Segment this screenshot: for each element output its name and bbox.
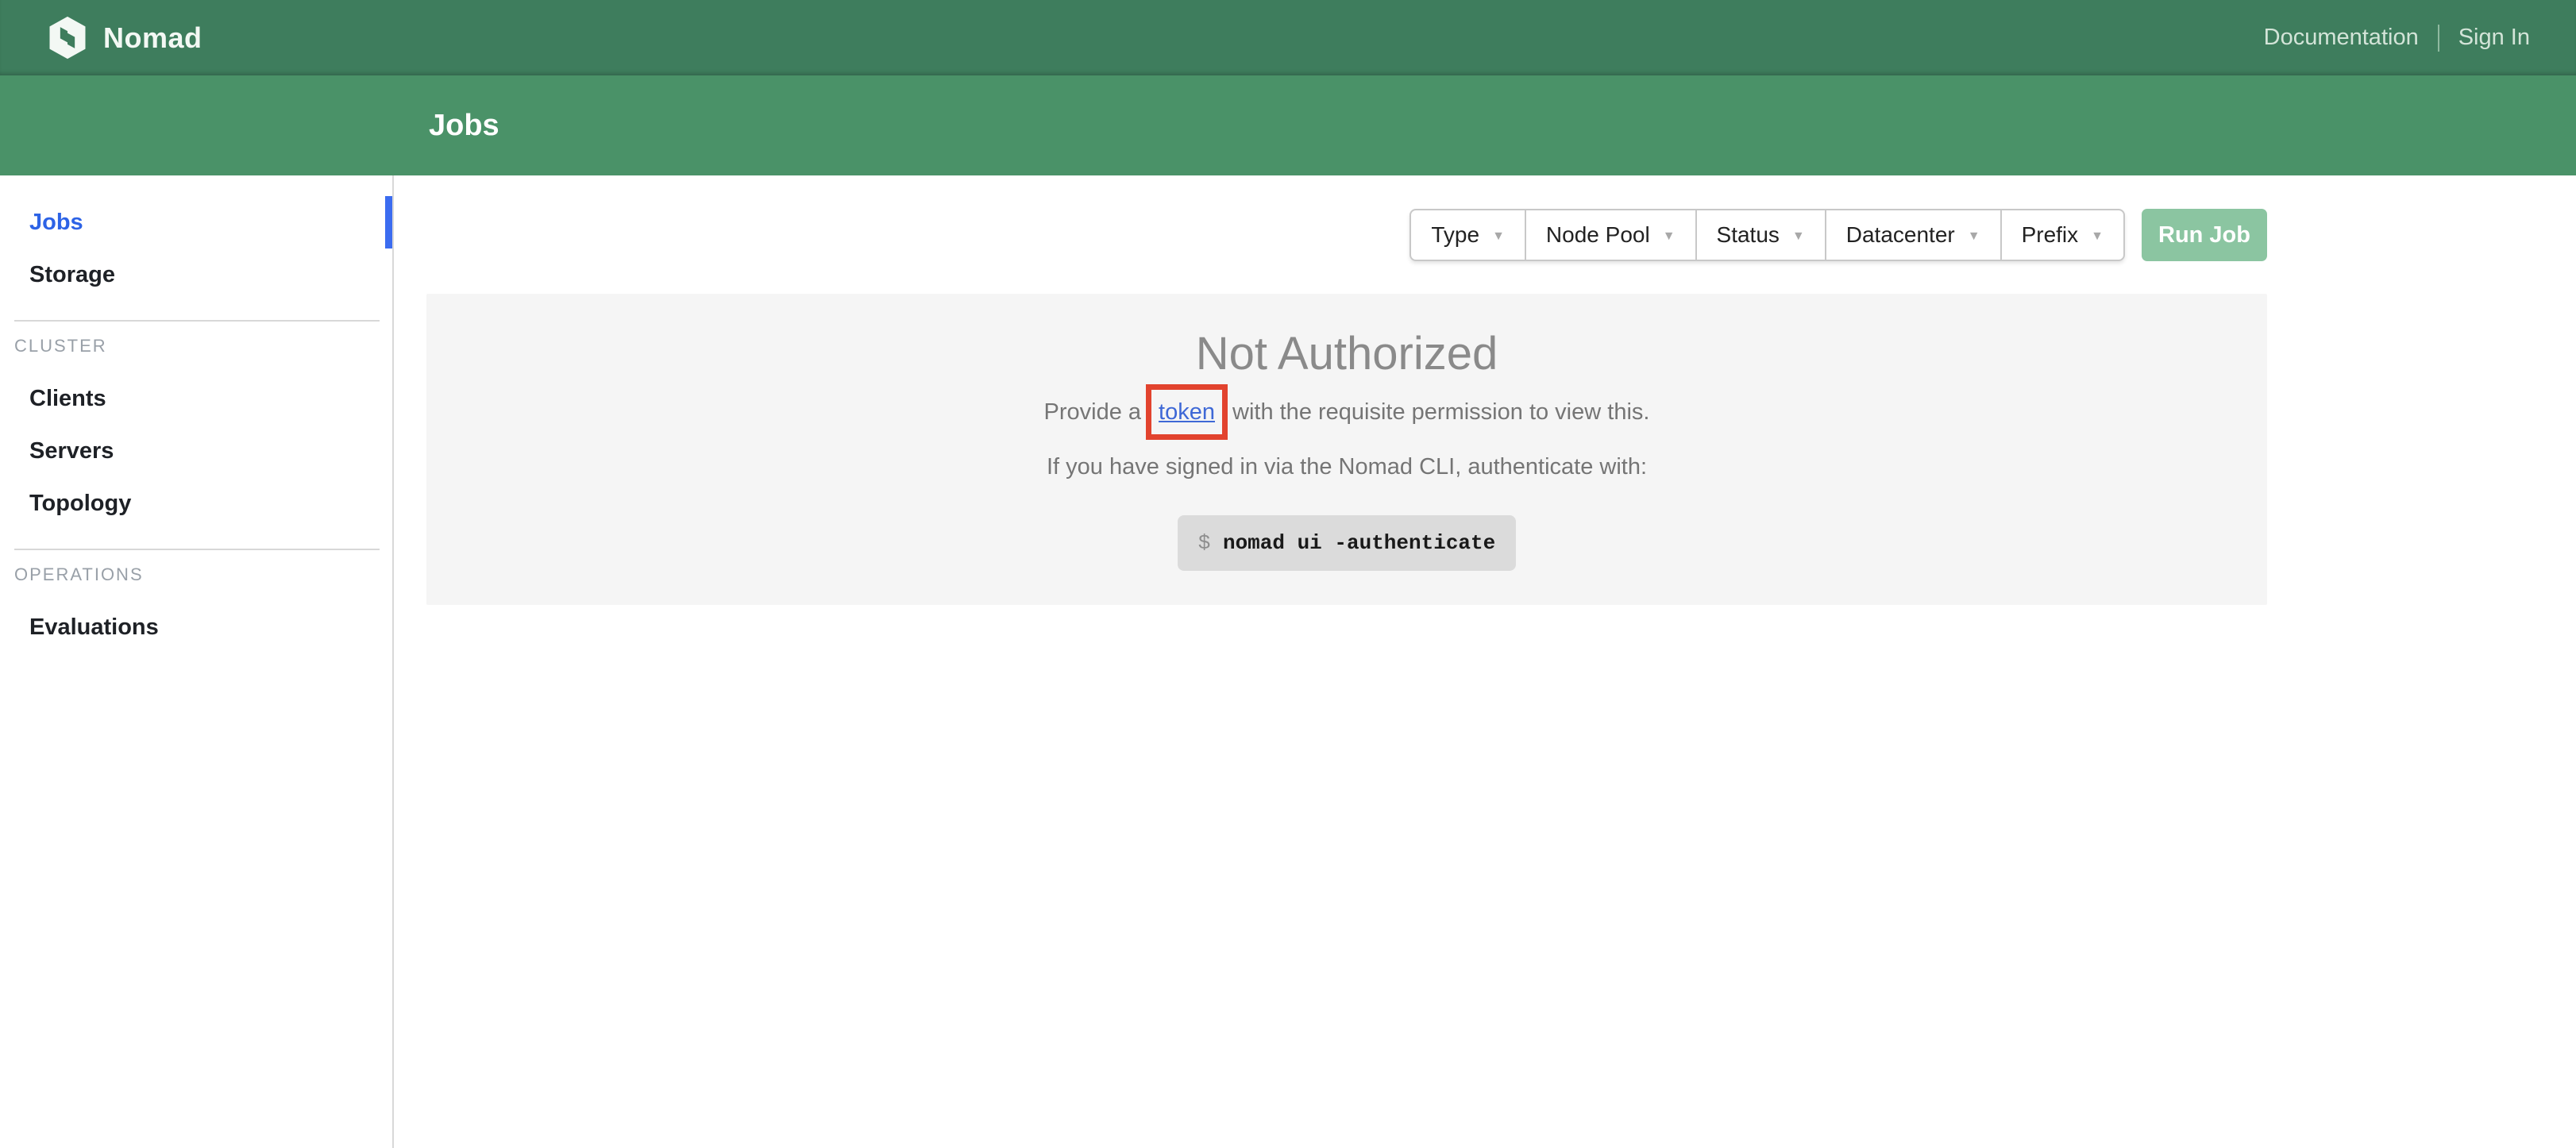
- sidebar-item-storage[interactable]: Storage: [0, 248, 392, 301]
- sidebar-item-topology[interactable]: Topology: [0, 477, 392, 530]
- sidebar-item-label: Storage: [29, 262, 115, 287]
- sign-in-link[interactable]: Sign In: [2458, 25, 2530, 51]
- filter-label: Datacenter: [1846, 222, 1955, 248]
- message-prefix: Provide a: [1044, 399, 1142, 425]
- topbar-links: Documentation Sign In: [2264, 25, 2530, 52]
- page-header: Jobs: [0, 75, 2576, 175]
- cli-message: If you have signed in via the Nomad CLI,…: [426, 454, 2267, 480]
- chevron-down-icon: ▼: [1492, 229, 1505, 244]
- filter-type-dropdown[interactable]: Type ▼: [1409, 209, 1526, 261]
- nomad-logo-icon: [48, 16, 87, 60]
- filter-prefix-dropdown[interactable]: Prefix ▼: [2000, 209, 2125, 261]
- not-authorized-title: Not Authorized: [426, 294, 2267, 380]
- chevron-down-icon: ▼: [1663, 229, 1676, 244]
- active-indicator: [385, 196, 392, 248]
- message-suffix: with the requisite permission to view th…: [1232, 399, 1649, 425]
- sidebar-divider: [14, 549, 380, 550]
- filter-node-pool-dropdown[interactable]: Node Pool ▼: [1525, 209, 1697, 261]
- sidebar-item-evaluations[interactable]: Evaluations: [0, 601, 392, 653]
- brand-name: Nomad: [103, 21, 202, 55]
- topbar-separator: [2438, 25, 2439, 52]
- filter-label: Node Pool: [1546, 222, 1650, 248]
- filter-datacenter-dropdown[interactable]: Datacenter ▼: [1825, 209, 2002, 261]
- page-title: Jobs: [429, 109, 499, 143]
- sidebar-section-cluster: CLUSTER: [0, 336, 392, 356]
- filter-label: Type: [1431, 222, 1479, 248]
- token-message: Provide a token with the requisite permiss…: [426, 399, 2267, 426]
- sidebar-item-servers[interactable]: Servers: [0, 425, 392, 477]
- run-job-button[interactable]: Run Job: [2142, 209, 2267, 261]
- chevron-down-icon: ▼: [2091, 229, 2104, 244]
- chevron-down-icon: ▼: [1968, 229, 1980, 244]
- chevron-down-icon: ▼: [1792, 229, 1805, 244]
- sidebar-divider: [14, 320, 380, 322]
- sidebar-item-label: Evaluations: [29, 614, 159, 640]
- main-content: Type ▼ Node Pool ▼ Status ▼ Datacenter ▼…: [395, 175, 2576, 1148]
- jobs-toolbar: Type ▼ Node Pool ▼ Status ▼ Datacenter ▼…: [426, 209, 2267, 261]
- sidebar-section-operations: OPERATIONS: [0, 564, 392, 585]
- sidebar-item-jobs[interactable]: Jobs: [0, 196, 392, 248]
- filter-label: Status: [1717, 222, 1780, 248]
- top-navbar: Nomad Documentation Sign In: [0, 0, 2576, 75]
- sidebar: Jobs Storage CLUSTER Clients Servers Top…: [0, 175, 394, 1148]
- sidebar-item-label: Servers: [29, 438, 114, 464]
- sidebar-item-label: Clients: [29, 386, 106, 411]
- filter-status-dropdown[interactable]: Status ▼: [1695, 209, 1826, 261]
- sidebar-item-label: Topology: [29, 491, 131, 516]
- documentation-link[interactable]: Documentation: [2264, 25, 2419, 51]
- annotation-highlight: token: [1146, 384, 1228, 440]
- code-prompt: $: [1198, 531, 1211, 555]
- sidebar-item-label: Jobs: [29, 210, 83, 235]
- token-link[interactable]: token: [1159, 399, 1215, 425]
- sidebar-item-clients[interactable]: Clients: [0, 372, 392, 425]
- not-authorized-panel: Not Authorized Provide a token with the re…: [426, 294, 2267, 605]
- cli-code-block: $ nomad ui -authenticate: [1178, 515, 1516, 571]
- nomad-brand[interactable]: Nomad: [48, 16, 202, 60]
- code-command: nomad ui -authenticate: [1223, 531, 1495, 555]
- filter-label: Prefix: [2022, 222, 2079, 248]
- filter-group: Type ▼ Node Pool ▼ Status ▼ Datacenter ▼…: [1409, 209, 2125, 261]
